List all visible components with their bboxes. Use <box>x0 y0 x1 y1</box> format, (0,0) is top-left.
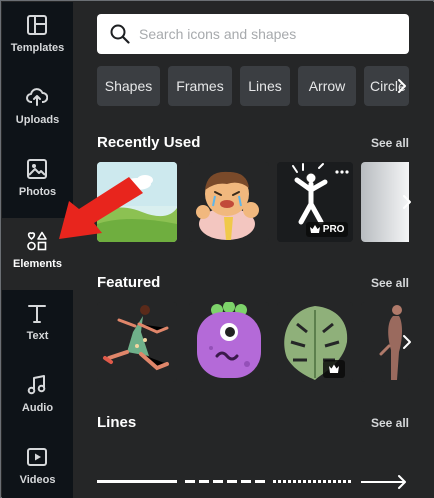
section-title-featured: Featured <box>97 274 161 291</box>
sidebar-item-label: Templates <box>10 42 65 54</box>
pro-badge-label: PRO <box>322 224 345 235</box>
sidebar-item-label: Uploads <box>15 114 60 126</box>
music-note-icon <box>27 375 46 395</box>
search-box[interactable] <box>97 14 409 54</box>
chip-lines[interactable]: Lines <box>240 66 290 106</box>
elements-panel: Shapes Frames Lines Arrow Circle Recentl… <box>73 2 434 498</box>
line-solid[interactable] <box>97 480 177 483</box>
chip-shapes[interactable]: Shapes <box>97 66 160 106</box>
sidebar-item-audio[interactable]: Audio <box>2 362 73 434</box>
sidebar: Templates Uploads Photos Elements Text A… <box>2 2 73 498</box>
sidebar-item-label: Videos <box>19 474 56 486</box>
chevron-right-icon[interactable] <box>395 66 409 106</box>
chevron-right-icon[interactable] <box>397 327 417 357</box>
crown-icon <box>310 225 320 233</box>
crown-icon <box>329 364 339 373</box>
search-icon <box>110 24 130 44</box>
line-arrow[interactable] <box>361 473 409 491</box>
featured-element-running-woman[interactable] <box>97 302 177 382</box>
search-input[interactable] <box>139 22 399 46</box>
line-dashed[interactable] <box>185 480 265 483</box>
photo-icon <box>27 159 47 179</box>
see-all-featured[interactable]: See all <box>371 276 409 290</box>
section-title-lines: Lines <box>97 414 137 431</box>
see-all-lines[interactable]: See all <box>371 416 409 430</box>
sidebar-item-uploads[interactable]: Uploads <box>2 74 73 146</box>
sidebar-item-text[interactable]: Text <box>2 290 73 362</box>
recent-element-crying-character[interactable] <box>189 162 269 242</box>
annotation-arrow-icon <box>59 177 143 239</box>
chip-arrow[interactable]: Arrow <box>298 66 356 106</box>
pro-badge: PRO <box>306 222 349 237</box>
sidebar-item-videos[interactable]: Videos <box>2 434 73 498</box>
chevron-right-icon[interactable] <box>397 187 417 217</box>
sidebar-item-label: Text <box>26 330 49 342</box>
line-dotted[interactable] <box>273 480 353 483</box>
featured-element-monstera-leaf[interactable] <box>277 302 353 382</box>
see-all-recently-used[interactable]: See all <box>371 136 409 150</box>
chip-frames[interactable]: Frames <box>168 66 232 106</box>
section-title-recently-used: Recently Used <box>97 134 201 151</box>
recent-element-dancing-figure[interactable]: PRO <box>277 162 353 242</box>
featured-element-purple-monster[interactable] <box>189 302 269 382</box>
app-frame: Templates Uploads Photos Elements Text A… <box>0 0 434 498</box>
premium-badge <box>323 360 345 378</box>
sidebar-item-label: Audio <box>21 402 54 414</box>
text-icon <box>28 305 46 323</box>
templates-icon <box>27 15 47 35</box>
running-woman-illustration <box>97 302 177 382</box>
cloud-upload-icon <box>26 88 48 106</box>
shapes-icon <box>27 231 47 251</box>
video-icon <box>27 448 47 466</box>
sidebar-item-label: Elements <box>13 258 62 270</box>
sidebar-item-templates[interactable]: Templates <box>2 2 73 74</box>
crying-character-illustration <box>189 162 269 242</box>
purple-monster-illustration <box>189 302 269 382</box>
